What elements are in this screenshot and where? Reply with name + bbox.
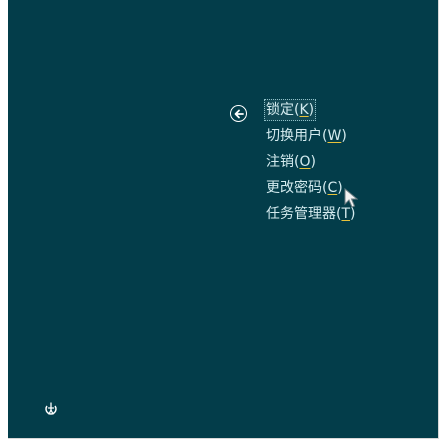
change-password-label: 更改密码(	[266, 180, 328, 196]
change-password-accelerator: C	[327, 180, 338, 196]
task-manager-label: 任务管理器(	[266, 206, 342, 222]
ease-of-access-icon[interactable]	[44, 402, 58, 416]
mouse-pointer-icon	[344, 188, 358, 208]
lock-label: 锁定(	[266, 102, 300, 118]
switch-user-label: 切换用户(	[266, 128, 328, 144]
sign-out-option[interactable]: 注销(O)	[264, 151, 374, 177]
switch-user-accelerator: W	[327, 128, 342, 144]
secure-attention-screen: 锁定(K) 切换用户(W) 注销(O) 更改密码(C) 任务管理器(T)	[8, 0, 439, 439]
back-arrow-icon	[234, 109, 244, 118]
lock-option[interactable]: 锁定(K)	[264, 99, 374, 125]
sign-out-accelerator: O	[299, 154, 311, 170]
lock-accelerator: K	[299, 102, 309, 118]
switch-user-option[interactable]: 切换用户(W)	[264, 125, 374, 151]
back-button[interactable]	[230, 105, 247, 122]
sign-out-label: 注销(	[266, 154, 300, 170]
